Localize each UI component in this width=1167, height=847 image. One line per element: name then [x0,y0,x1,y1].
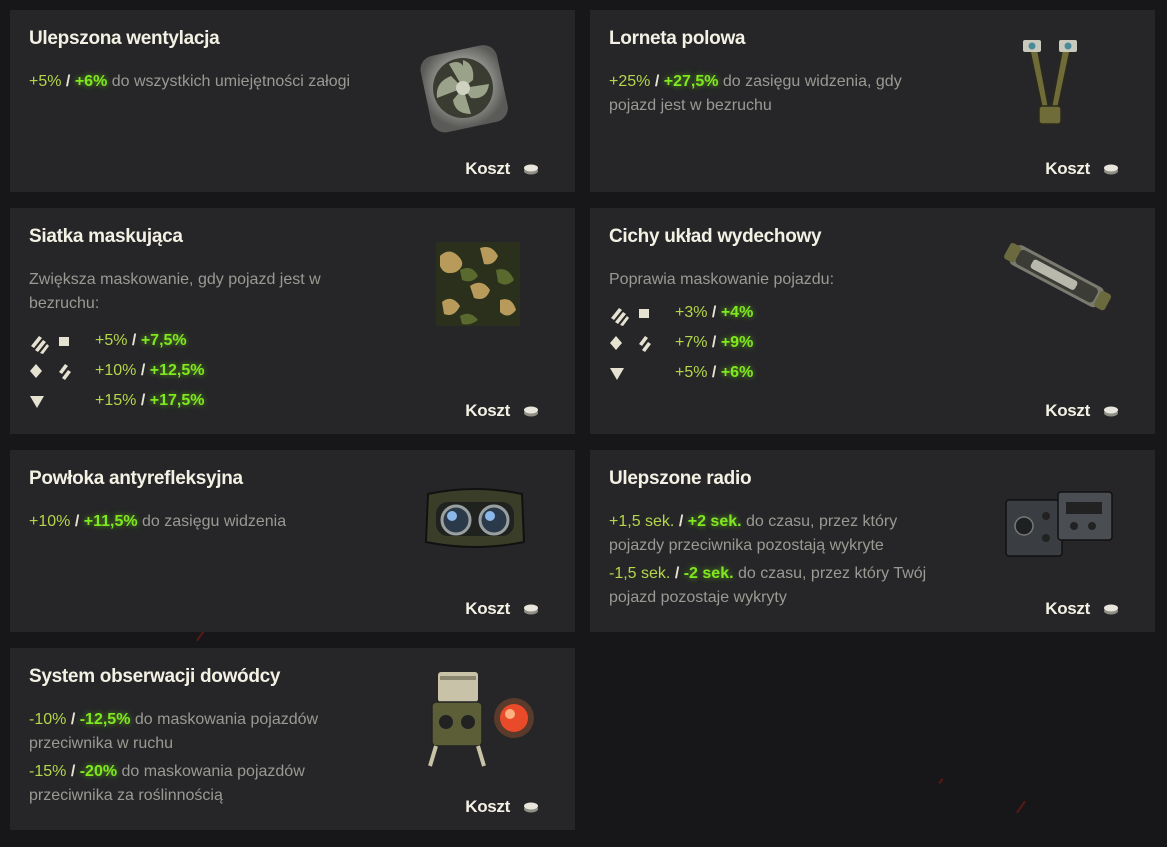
cost-button[interactable]: Koszt [1045,401,1119,421]
equipment-card-exhaust[interactable]: Cichy układ wydechowy Poprawia maskowani… [590,208,1155,434]
credits-coin-icon [524,164,538,175]
medium-tank-icon [610,336,651,352]
commander-vision-system-icon [428,672,534,767]
card-description: +1,5 sek. / +2 sek. do czasu, przez któr… [609,513,927,606]
credits-coin-icon [1104,164,1118,175]
equipment-card-antireflective[interactable]: Powłoka antyrefleksyjna +10% / +11,5% do… [10,450,575,632]
background-streak [1016,800,1026,814]
cost-button[interactable]: Koszt [465,159,539,179]
credits-coin-icon [1104,406,1118,417]
ventilation-fan-icon [420,45,508,133]
triangle-icon [30,396,44,408]
card-description: -10% / -12,5% do maskowania pojazdów prze… [29,711,319,804]
cost-label: Koszt [465,401,510,420]
light-tank-icon [611,308,649,326]
exhaust-muffler-icon [1004,242,1112,311]
credits-coin-icon [524,604,538,615]
cost-button[interactable]: Koszt [465,599,539,619]
card-description: Poprawia maskowanie pojazdu: [609,271,835,288]
card-description: Zwiększa maskowanie, gdy pojazd jest w be… [29,271,321,312]
cost-button[interactable]: Koszt [465,797,539,817]
bonus-row: +7% / +9% [609,328,1136,358]
optics-goggles-icon [424,488,526,548]
card-description: +25% / +27,5% do zasięgu widzenia, gdy po… [609,73,902,114]
equipment-card-commander-vision[interactable]: System obserwacji dowódcy -10% / -12,5% … [10,648,575,830]
card-description: +5% / +6% do wszystkich umiejętności zał… [29,73,351,90]
binocular-periscope-icon [1023,40,1077,125]
card-description: +10% / +11,5% do zasięgu widzenia [29,513,287,530]
equipment-card-radio[interactable]: Ulepszone radio +1,5 sek. / +2 sek. do c… [590,450,1155,632]
cost-button[interactable]: Koszt [465,401,539,421]
cost-label: Koszt [1045,401,1090,420]
background-streak [938,777,944,785]
camouflage-net-icon [436,242,520,326]
credits-coin-icon [1104,604,1118,615]
light-tank-icon [31,336,69,354]
credits-coin-icon [524,802,538,813]
bonus-row: +10% / +12,5% [29,356,556,386]
cost-label: Koszt [1045,599,1090,618]
medium-tank-icon [30,364,71,380]
cost-button[interactable]: Koszt [1045,599,1119,619]
cost-label: Koszt [1045,159,1090,178]
bonus-row: +5% / +6% [609,358,1136,388]
equipment-card-camouflage-net[interactable]: Siatka maskująca Zwiększa maskowanie, gd… [10,208,575,434]
cost-label: Koszt [465,159,510,178]
cost-label: Koszt [465,599,510,618]
cost-button[interactable]: Koszt [1045,159,1119,179]
triangle-icon [610,368,624,380]
equipment-card-binoculars[interactable]: Lorneta polowa +25% / +27,5% do zasięgu … [590,10,1155,192]
equipment-card-ventilation[interactable]: Ulepszona wentylacja +5% / +6% do wszyst… [10,10,575,192]
cost-label: Koszt [465,797,510,816]
credits-coin-icon [524,406,538,417]
radio-set-icon [1005,491,1113,557]
